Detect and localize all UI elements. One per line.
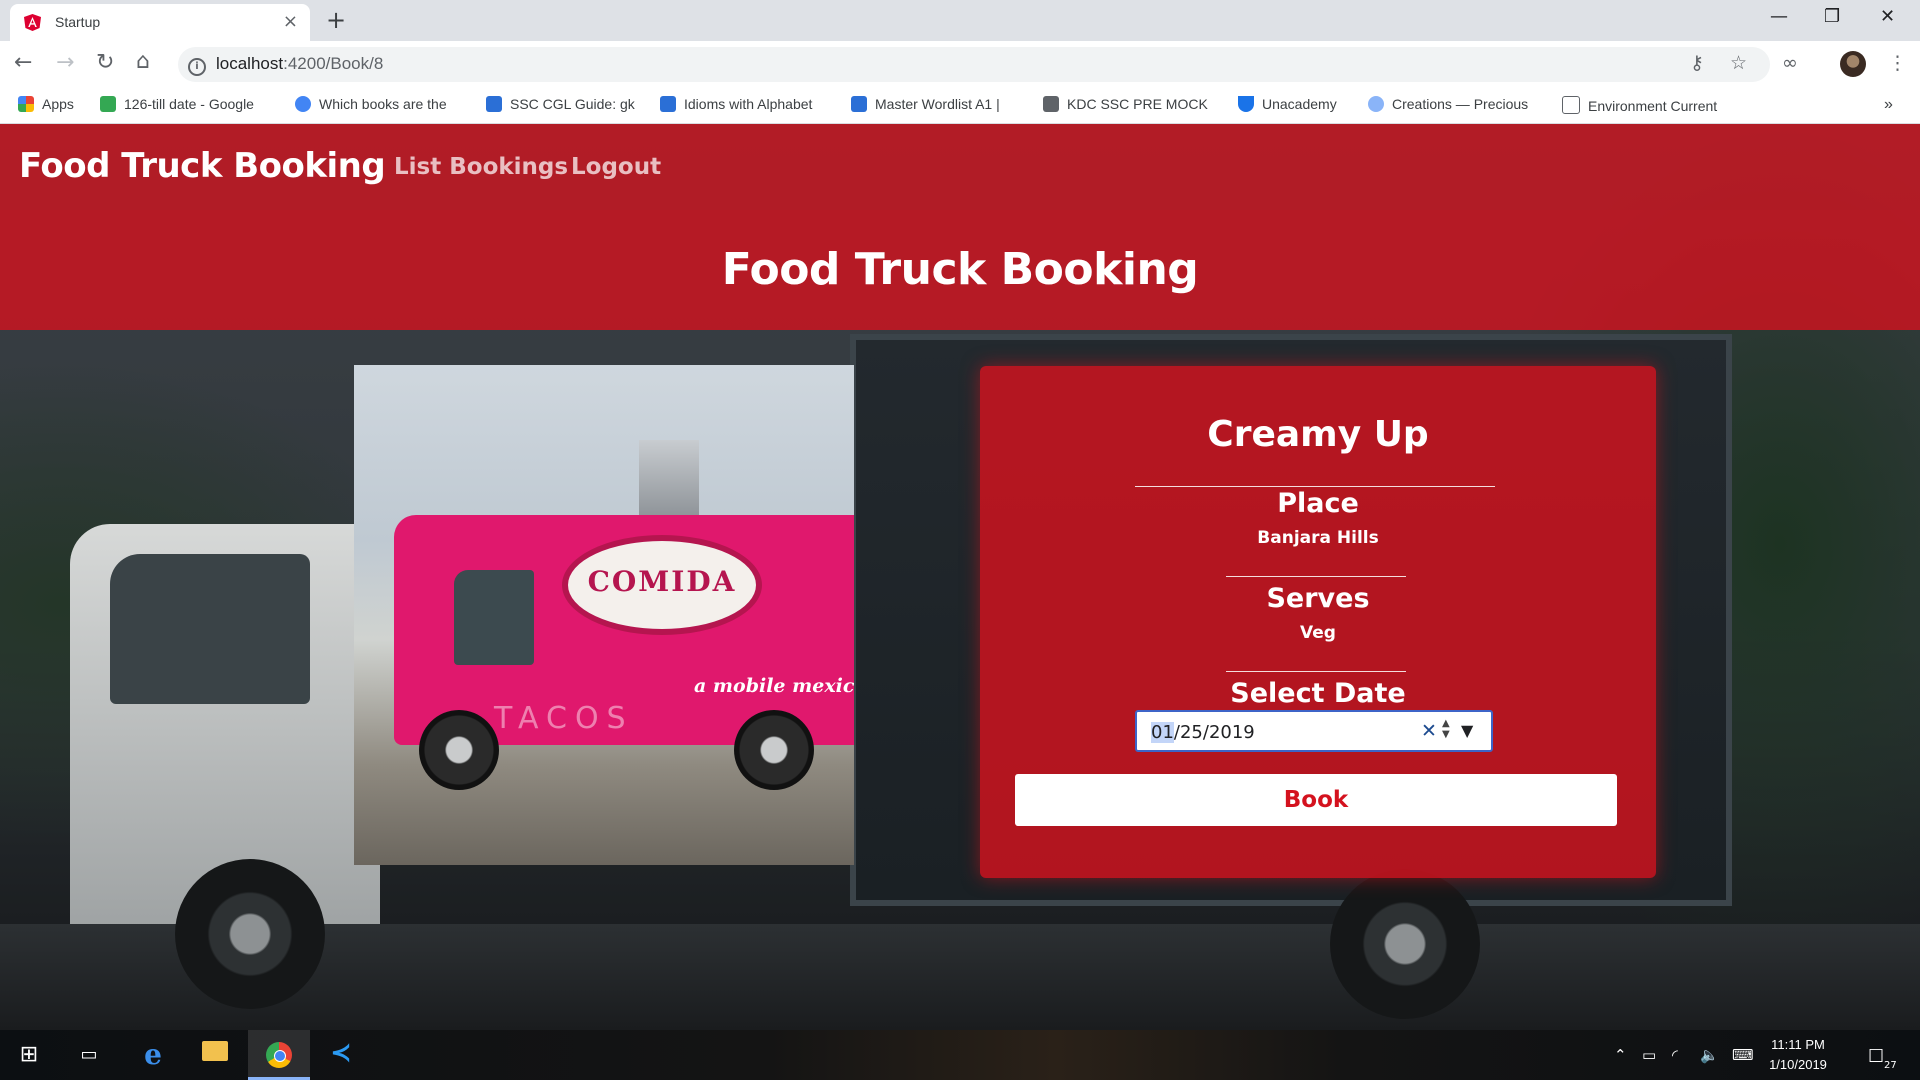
restore-button[interactable]: ❐ — [1824, 6, 1840, 27]
keyboard-icon[interactable]: ⌨ — [1732, 1046, 1754, 1064]
folder-icon — [1043, 96, 1059, 112]
bookmark-item[interactable]: Which books are the — [295, 96, 447, 112]
browser-tab[interactable]: Startup × — [10, 4, 310, 41]
task-view-icon[interactable]: ▭ — [72, 1038, 106, 1072]
serves-value: Veg — [1300, 623, 1336, 643]
bookmarks-more-icon[interactable]: » — [1884, 96, 1893, 114]
quiz-icon — [486, 96, 502, 112]
notification-icon[interactable]: ☐ — [1868, 1046, 1884, 1067]
photo-side-text: TACOS — [494, 701, 634, 736]
clock-time: 11:11 PM — [1771, 1037, 1825, 1052]
vscode-icon[interactable]: ≺ — [324, 1038, 358, 1072]
photo-vent — [639, 440, 699, 520]
date-input[interactable]: 01/25/2019 ✕ ▲ ▼ ▼ — [1135, 710, 1493, 752]
tray-expand-icon[interactable]: ⌃ — [1614, 1046, 1627, 1064]
bookmark-item[interactable]: Environment Current — [1562, 96, 1717, 114]
chrome-icon[interactable] — [262, 1038, 296, 1072]
angular-favicon-icon — [24, 14, 41, 31]
place-label: Place — [1277, 488, 1359, 519]
site-info-icon[interactable]: i — [188, 58, 206, 76]
background-cab-window — [110, 554, 310, 704]
google-icon — [295, 96, 311, 112]
bookmark-item[interactable]: KDC SSC PRE MOCK — [1043, 96, 1208, 112]
file-explorer-icon[interactable] — [198, 1038, 232, 1072]
photo-wheel — [419, 710, 499, 790]
background-wheel — [1330, 869, 1480, 1019]
nav-logout[interactable]: Logout — [571, 154, 661, 180]
background-wheel — [175, 859, 325, 1009]
clear-date-icon[interactable]: ✕ — [1421, 720, 1437, 742]
clock-date: 1/10/2019 — [1769, 1057, 1827, 1072]
back-icon[interactable]: ← — [14, 50, 32, 75]
date-input-value[interactable]: 01/25/2019 — [1151, 722, 1255, 743]
divider — [1226, 576, 1406, 577]
reload-icon[interactable]: ↻ — [96, 50, 114, 75]
hero-banner: Food Truck Booking — [0, 210, 1920, 330]
bookmark-apps[interactable]: Apps — [18, 96, 74, 112]
unacademy-icon — [1238, 96, 1254, 112]
bookmark-star-icon[interactable]: ☆ — [1730, 52, 1747, 74]
key-icon[interactable]: ⚷ — [1690, 52, 1704, 74]
photo-wheel — [734, 710, 814, 790]
new-tab-button[interactable]: + — [326, 6, 346, 34]
creations-icon — [1368, 96, 1384, 112]
url-text[interactable]: localhost:4200/Book/8 — [216, 54, 383, 74]
battery-icon[interactable]: ▭ — [1642, 1046, 1656, 1064]
serves-label: Serves — [1266, 583, 1370, 614]
page-title: Food Truck Booking — [721, 244, 1199, 295]
place-value: Banjara Hills — [1257, 528, 1379, 548]
profile-avatar[interactable] — [1840, 51, 1866, 77]
booking-card: Creamy Up Place Banjara Hills Serves Veg… — [980, 366, 1656, 878]
minimize-button[interactable]: — — [1770, 6, 1788, 27]
tab-title: Startup — [55, 14, 101, 30]
divider — [1226, 671, 1406, 672]
address-bar[interactable] — [178, 47, 1770, 82]
drive-icon — [100, 96, 116, 112]
site-navbar: Food Truck Booking List Bookings Logout — [0, 124, 1920, 210]
windows-start-icon[interactable]: ⊞ — [12, 1038, 46, 1072]
close-window-button[interactable]: ✕ — [1880, 6, 1895, 27]
browser-tabbar: Startup × + — ❐ ✕ — [0, 0, 1920, 41]
extension-icon[interactable]: ∞ — [1782, 52, 1798, 74]
bookmark-item[interactable]: Idioms with Alphabet — [660, 96, 812, 112]
bookmark-item[interactable]: Creations — Precious — [1368, 96, 1528, 112]
bookmark-item[interactable]: 126-till date - Google — [100, 96, 254, 112]
apps-grid-icon — [18, 96, 34, 112]
quiz-icon — [660, 96, 676, 112]
photo-windshield — [454, 570, 534, 665]
page-icon — [1562, 96, 1580, 114]
home-icon[interactable]: ⌂ — [136, 49, 150, 74]
bookmark-item[interactable]: Master Wordlist A1 | — [851, 96, 1000, 112]
navbar-brand[interactable]: Food Truck Booking — [19, 146, 386, 186]
bookmark-item[interactable]: SSC CGL Guide: gk — [486, 96, 635, 112]
truck-name: Creamy Up — [1207, 414, 1429, 455]
notification-count: 27 — [1884, 1060, 1897, 1071]
edge-icon[interactable]: e — [136, 1038, 170, 1072]
photo-sign-text: COMIDA — [587, 565, 737, 598]
photo-tagline: a mobile mexic — [694, 675, 854, 697]
forward-icon[interactable]: → — [56, 50, 74, 75]
divider — [1135, 486, 1495, 487]
quiz-icon — [851, 96, 867, 112]
wifi-icon[interactable]: ◜ — [1672, 1046, 1678, 1064]
nav-list-bookings[interactable]: List Bookings — [394, 154, 568, 180]
tab-close-icon[interactable]: × — [283, 11, 298, 32]
date-spinner-icon[interactable]: ▲ ▼ — [1442, 718, 1450, 740]
book-button[interactable]: Book — [1015, 774, 1617, 826]
volume-icon[interactable]: 🔈 — [1700, 1046, 1719, 1064]
food-truck-photo: COMIDA a mobile mexic TACOS — [354, 365, 854, 865]
menu-icon[interactable]: ⋮ — [1888, 52, 1907, 74]
date-dropdown-icon[interactable]: ▼ — [1461, 721, 1473, 740]
bookmark-item[interactable]: Unacademy — [1238, 96, 1337, 112]
page-viewport: Food Truck Booking List Bookings Logout … — [0, 124, 1920, 1030]
taskbar-clock[interactable]: 11:11 PM 1/10/2019 — [1752, 1035, 1844, 1075]
select-date-label: Select Date — [1230, 678, 1406, 709]
